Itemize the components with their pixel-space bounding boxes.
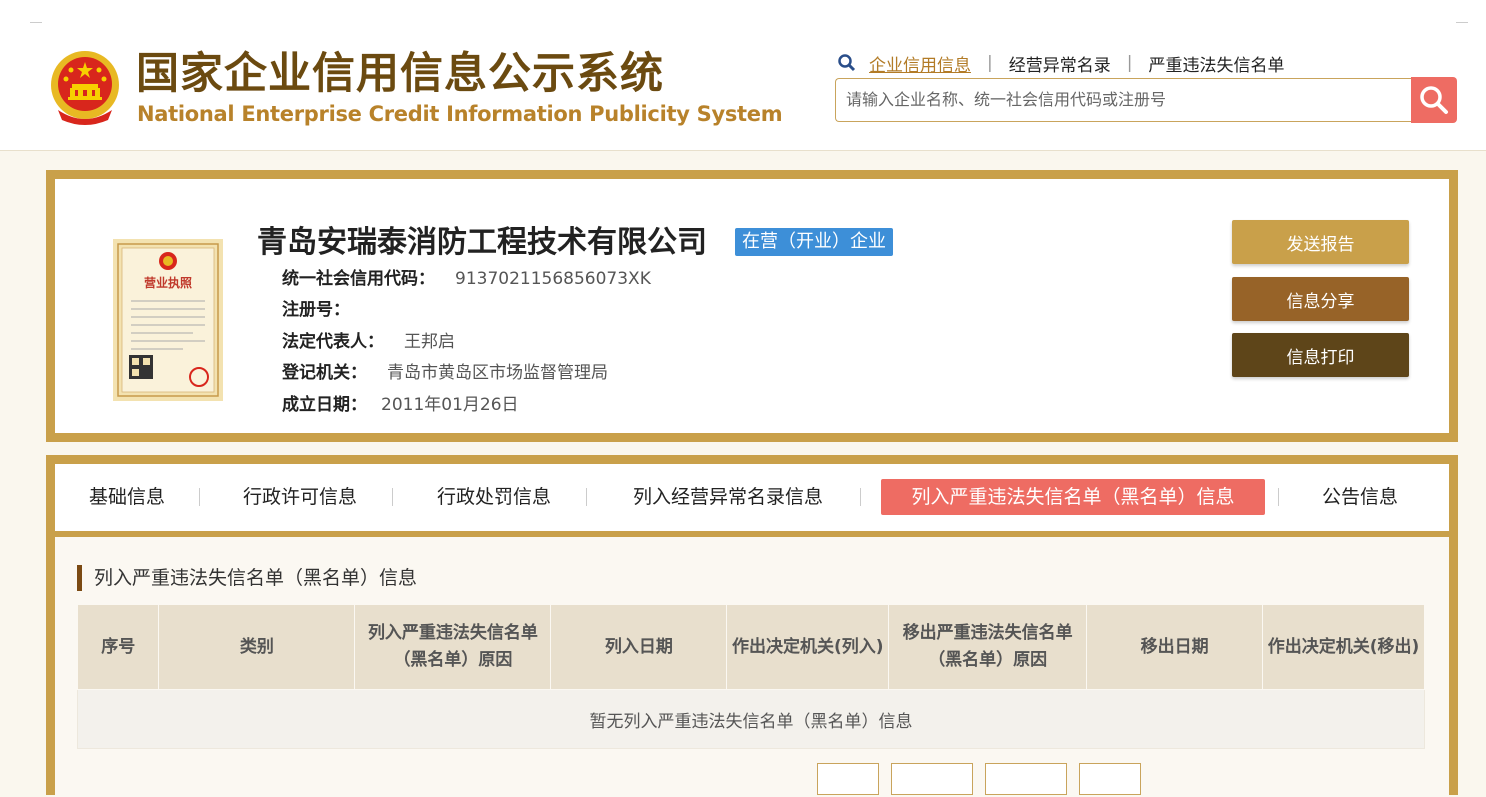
column-header: 作出决定机关(移出) xyxy=(1262,604,1425,690)
tab-basic-info[interactable]: 基础信息 xyxy=(77,479,177,515)
table-row: 暂无列入严重违法失信名单（黑名单）信息 xyxy=(77,689,1425,749)
blacklist-section: 列入严重违法失信名单（黑名单）信息 序号 类别 列入严重违法失信名单（黑名单）原… xyxy=(55,537,1449,797)
pager-last-button[interactable] xyxy=(1079,763,1141,795)
site-title-cn: 国家企业信用信息公示系统 xyxy=(136,49,664,99)
search-small-icon xyxy=(838,54,856,72)
reg-no-row: 注册号： xyxy=(282,298,370,322)
company-panel: 营业执照 青岛安瑞泰消防工程技术有限公司 在营（开业）企业 统一社会信用代码： 9… xyxy=(46,170,1458,442)
tab-separator xyxy=(392,488,393,506)
top-nav: 企业信用信息 | 经营异常名录 | 严重违法失信名单 xyxy=(837,50,1284,76)
tab-admin-license[interactable]: 行政许可信息 xyxy=(235,479,365,515)
founded-row: 成立日期： 2011年01月26日 xyxy=(282,393,519,417)
legal-rep-label: 法定代表人： xyxy=(282,332,384,352)
tab-admin-penalty[interactable]: 行政处罚信息 xyxy=(429,479,559,515)
tab-announcement[interactable]: 公告信息 xyxy=(1310,479,1410,515)
column-header: 移出日期 xyxy=(1086,604,1264,690)
search-box xyxy=(835,78,1412,122)
authority-row: 登记机关： 青岛市黄岛区市场监督管理局 xyxy=(282,361,608,385)
tab-blacklist[interactable]: 列入严重违法失信名单（黑名单）信息 xyxy=(881,479,1265,515)
credit-code-row: 统一社会信用代码： 9137021156856073XK xyxy=(282,267,651,291)
column-header: 列入严重违法失信名单（黑名单）原因 xyxy=(354,604,552,690)
send-report-button[interactable]: 发送报告 xyxy=(1232,220,1409,264)
credit-code-label: 统一社会信用代码： xyxy=(282,269,435,289)
site-header: 国家企业信用信息公示系统 National Enterprise Credit … xyxy=(0,0,1486,151)
business-license-image[interactable]: 营业执照 xyxy=(113,239,223,401)
pager-prev-button[interactable] xyxy=(891,763,973,795)
top-nav-credit-info[interactable]: 企业信用信息 xyxy=(869,51,971,76)
section-title: 列入严重违法失信名单（黑名单）信息 xyxy=(77,565,417,591)
blacklist-table: 序号 类别 列入严重违法失信名单（黑名单）原因 列入日期 作出决定机关(列入) … xyxy=(76,604,1425,749)
pager-next-button[interactable] xyxy=(985,763,1067,795)
corner-mark-left xyxy=(30,22,42,23)
search-icon xyxy=(1420,86,1448,114)
site-title-en: National Enterprise Credit Information P… xyxy=(137,102,783,126)
authority-label: 登记机关： xyxy=(282,363,367,383)
column-header: 移出严重违法失信名单（黑名单）原因 xyxy=(888,604,1088,690)
legal-rep-value: 王邦启 xyxy=(404,332,455,352)
tab-bar: 基础信息 行政许可信息 行政处罚信息 列入经营异常名录信息 列入严重违法失信名单… xyxy=(55,464,1449,531)
top-nav-separator: | xyxy=(1126,53,1133,73)
search-button[interactable] xyxy=(1411,77,1457,123)
founded-value: 2011年01月26日 xyxy=(381,395,519,415)
print-info-button[interactable]: 信息打印 xyxy=(1232,333,1409,377)
credit-code-value: 9137021156856073XK xyxy=(455,269,651,289)
column-header: 列入日期 xyxy=(550,604,728,690)
empty-message: 暂无列入严重违法失信名单（黑名单）信息 xyxy=(77,689,1425,749)
pager-first-button[interactable] xyxy=(817,763,879,795)
tab-separator xyxy=(860,488,861,506)
company-panel-inner: 营业执照 青岛安瑞泰消防工程技术有限公司 在营（开业）企业 统一社会信用代码： 9… xyxy=(55,179,1449,433)
top-nav-separator: | xyxy=(987,53,993,73)
company-name: 青岛安瑞泰消防工程技术有限公司 xyxy=(257,225,707,260)
tab-separator xyxy=(1278,488,1279,506)
tab-abnormal-list[interactable]: 列入经营异常名录信息 xyxy=(623,479,833,515)
company-status-badge: 在营（开业）企业 xyxy=(735,228,893,256)
founded-label: 成立日期： xyxy=(282,395,367,415)
legal-rep-row: 法定代表人： 王邦启 xyxy=(282,330,455,354)
license-title: 营业执照 xyxy=(144,275,192,290)
search-input[interactable] xyxy=(836,79,1406,119)
detail-panel: 基础信息 行政许可信息 行政处罚信息 列入经营异常名录信息 列入严重违法失信名单… xyxy=(46,455,1458,797)
authority-value: 青岛市黄岛区市场监督管理局 xyxy=(387,363,608,383)
tab-separator xyxy=(199,488,200,506)
reg-no-label: 注册号： xyxy=(282,300,350,320)
tab-separator xyxy=(586,488,587,506)
share-info-button[interactable]: 信息分享 xyxy=(1232,277,1409,321)
column-header: 序号 xyxy=(76,604,160,690)
corner-mark-right xyxy=(1456,22,1468,23)
top-nav-blacklist[interactable]: 严重违法失信名单 xyxy=(1148,51,1284,76)
column-header: 作出决定机关(列入) xyxy=(726,604,890,690)
table-header-row: 序号 类别 列入严重违法失信名单（黑名单）原因 列入日期 作出决定机关(列入) … xyxy=(76,604,1425,690)
top-nav-abnormal-list[interactable]: 经营异常名录 xyxy=(1009,51,1111,76)
national-emblem-icon xyxy=(51,51,119,125)
column-header: 类别 xyxy=(158,604,356,690)
